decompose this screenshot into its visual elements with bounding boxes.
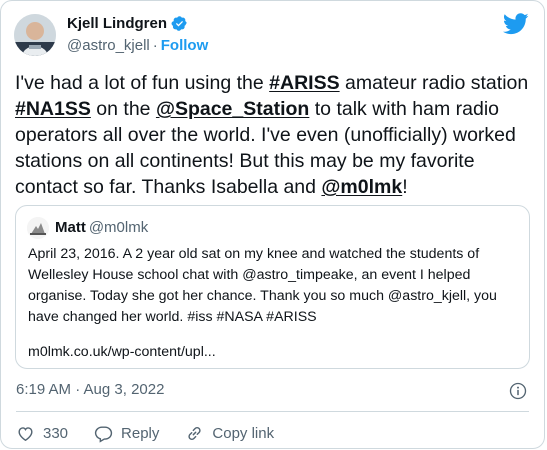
tweet-link[interactable]: #ARISS	[269, 72, 339, 94]
verified-badge-icon	[171, 16, 187, 31]
quoted-author-handle: @m0lmk	[88, 219, 149, 236]
author-name[interactable]: Kjell Lindgren	[67, 15, 167, 32]
tweet-card: Kjell Lindgren @astro_kjell · Follow I've …	[0, 0, 545, 449]
like-button[interactable]: 330	[16, 424, 68, 443]
quoted-author-name: Matt	[55, 219, 86, 236]
tweet-text-segment: on the	[90, 98, 156, 120]
reply-button[interactable]: Reply	[94, 424, 159, 443]
author-handle-row: @astro_kjell · Follow	[67, 37, 208, 54]
tweet-text: I've had a lot of fun using the #ARISS a…	[15, 70, 530, 200]
tweet-link[interactable]: #NA1SS	[15, 98, 91, 120]
copy-link-button[interactable]: Copy link	[185, 424, 274, 443]
info-icon[interactable]	[509, 382, 527, 400]
twitter-bird-icon[interactable]	[503, 13, 529, 35]
reply-label: Reply	[121, 425, 160, 442]
separator-dot: ·	[152, 37, 158, 54]
author-handle[interactable]: @astro_kjell	[67, 37, 150, 54]
tweet-text-segment: amateur radio station	[339, 72, 529, 94]
quoted-author-row: Matt @m0lmk	[55, 219, 148, 236]
author-avatar[interactable]	[14, 14, 56, 56]
tweet-text-segment: !	[402, 176, 408, 198]
tweet-actions: 330 Reply Copy link	[16, 424, 300, 443]
tweet-link[interactable]: @Space_Station	[156, 98, 309, 120]
quoted-tweet-text: April 23, 2016. A 2 year old sat on my k…	[28, 246, 497, 325]
tweet-timestamp[interactable]: 6:19 AM · Aug 3, 2022	[16, 381, 164, 398]
copy-link-label: Copy link	[212, 425, 275, 442]
follow-button[interactable]: Follow	[161, 37, 209, 54]
quoted-author-avatar[interactable]	[27, 217, 49, 239]
author-name-row: Kjell Lindgren	[67, 15, 188, 32]
tweet-text-segment: I've had a lot of fun using the	[15, 72, 270, 94]
like-count: 330	[43, 425, 69, 442]
quoted-tweet-link[interactable]: m0lmk.co.uk/wp-content/upl...	[28, 344, 216, 360]
reply-bubble-icon	[94, 426, 113, 443]
divider	[16, 411, 529, 412]
quoted-tweet[interactable]: Matt @m0lmk April 23, 2016. A 2 year old …	[15, 205, 530, 369]
link-icon	[188, 427, 201, 440]
heart-icon	[18, 427, 33, 442]
tweet-link[interactable]: @m0lmk	[321, 176, 402, 198]
